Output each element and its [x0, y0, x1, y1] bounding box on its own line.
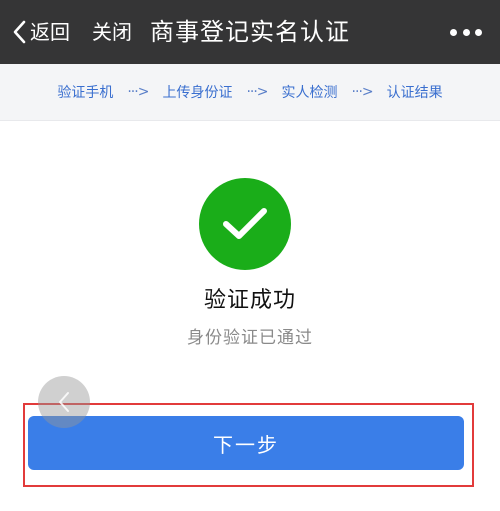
success-badge	[199, 178, 291, 270]
chevron-left-icon	[13, 20, 26, 44]
step-upload-id: 上传身份证	[162, 85, 233, 101]
step-arrow: ···>	[246, 84, 268, 100]
floating-back-button[interactable]	[38, 376, 90, 428]
next-step-button[interactable]: 下一步	[28, 416, 464, 470]
more-dots-icon	[462, 28, 470, 36]
back-label: 返回	[30, 20, 70, 44]
more-dots-icon	[450, 28, 457, 36]
step-face-check: 实人检测	[281, 85, 338, 101]
more-dots-icon	[475, 28, 482, 36]
result-title: 验证成功	[203, 288, 296, 313]
steps-bar: 验证手机 ···> 上传身份证 ···> 实人检测 ···> 认证结果	[0, 64, 500, 121]
checkmark-icon	[223, 208, 267, 239]
chevron-left-icon	[59, 392, 69, 412]
page-title: 商事登记实名认证	[150, 18, 350, 46]
navbar: 返回 关闭 商事登记实名认证	[0, 0, 500, 64]
result-description: 身份验证已通过	[187, 328, 313, 348]
close-button[interactable]: 关闭	[92, 14, 132, 50]
step-arrow: ···>	[351, 84, 374, 100]
back-button[interactable]: 返回	[12, 14, 70, 50]
more-button[interactable]	[450, 22, 482, 42]
step-result: 认证结果	[386, 85, 443, 101]
step-arrow: ···>	[127, 84, 149, 100]
step-verify-phone: 验证手机	[57, 85, 114, 101]
